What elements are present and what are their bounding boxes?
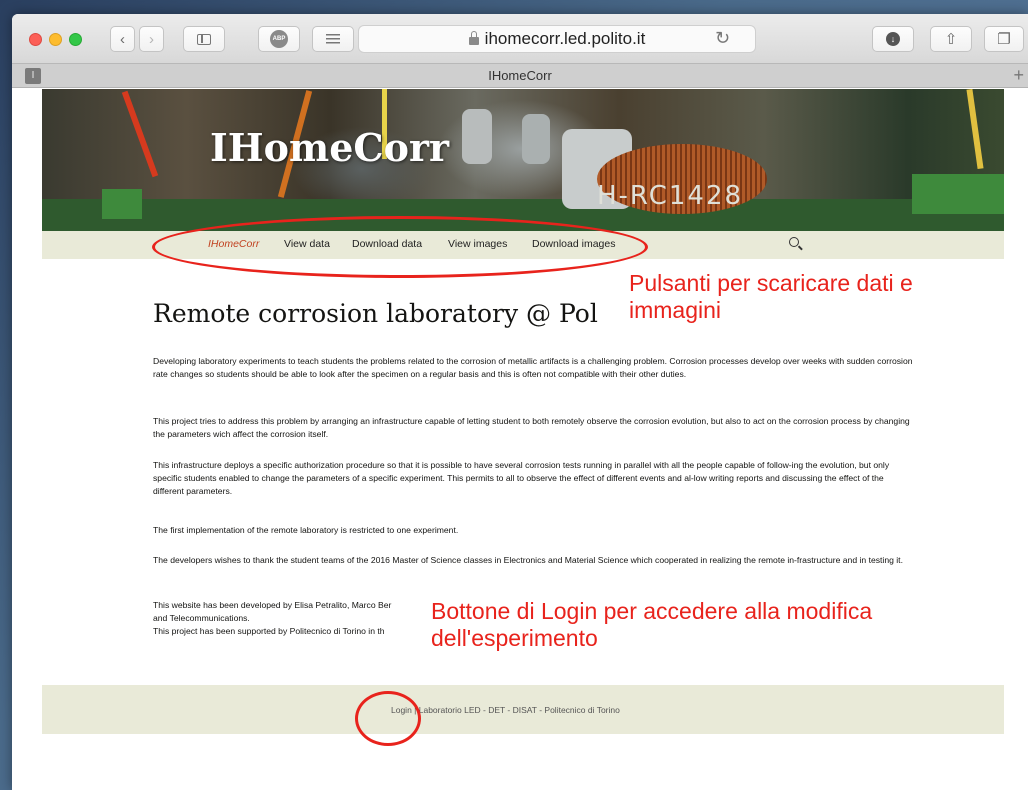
login-annotation: Bottone di Login per accedere alla modif… — [431, 598, 873, 651]
yellow-wire-right — [966, 89, 984, 170]
back-button[interactable]: ‹ — [110, 26, 135, 52]
paragraph: Developing laboratory experiments to tea… — [153, 356, 913, 380]
address-url: ihomecorr.led.polito.it — [484, 29, 646, 48]
search-icon[interactable] — [787, 235, 805, 253]
forward-button[interactable]: › — [139, 26, 164, 52]
paragraph: The first implementation of the remote l… — [153, 525, 459, 535]
nav-highlight-ellipse — [152, 216, 648, 278]
minimize-window-button[interactable] — [49, 33, 62, 46]
share-button[interactable]: ⇧ — [930, 26, 972, 52]
tabs-overview-button[interactable]: ❐ — [984, 26, 1024, 52]
share-icon: ⇧ — [944, 31, 958, 48]
new-tab-icon[interactable]: + — [1013, 65, 1024, 86]
tab-bar: I IHomeCorr + — [12, 64, 1028, 88]
adblock-button[interactable]: ABP — [258, 26, 300, 52]
capacitor — [522, 114, 550, 164]
site-footer: Login | Laboratorio LED - DET - DISAT - … — [42, 685, 1004, 734]
reader-lines-icon — [326, 34, 340, 44]
lock-icon — [468, 31, 479, 45]
header-image[interactable]: H-RC1428 IHomeCorr — [42, 89, 1004, 231]
adblock-icon: ABP — [270, 30, 288, 48]
site-title[interactable]: IHomeCorr — [210, 125, 449, 170]
download-icon: ↓ — [886, 32, 900, 46]
green-terminal-left — [102, 189, 142, 219]
page-title: Remote corrosion laboratory @ Pol — [153, 299, 598, 328]
web-page: H-RC1428 IHomeCorr IHomeCorr View data D… — [12, 89, 1028, 790]
paragraph: This infrastructure deploys a specific a… — [153, 460, 890, 497]
browser-window: ‹ › ABP ihomecorr.led.polito.it ↻ ↓ ⇧ ❐ … — [12, 14, 1028, 790]
address-bar[interactable]: ihomecorr.led.polito.it — [358, 25, 756, 53]
chevron-right-icon: › — [149, 30, 154, 48]
tab-favicon-icon: I — [25, 68, 41, 84]
close-window-button[interactable] — [29, 33, 42, 46]
tab-title[interactable]: IHomeCorr — [488, 68, 552, 83]
paragraph: This project tries to address this probl… — [153, 416, 910, 440]
chevron-left-icon: ‹ — [120, 30, 125, 48]
downloads-button[interactable]: ↓ — [872, 26, 914, 52]
browser-toolbar: ‹ › ABP ihomecorr.led.polito.it ↻ ↓ ⇧ ❐ — [12, 14, 1028, 64]
zoom-window-button[interactable] — [69, 33, 82, 46]
footer-links: Login | Laboratorio LED - DET - DISAT - … — [391, 705, 620, 715]
green-terminal — [912, 174, 1004, 214]
red-wire — [121, 90, 159, 178]
sidebar-button[interactable] — [183, 26, 225, 52]
component-label: H-RC1428 — [597, 181, 744, 211]
tabs-icon: ❐ — [997, 31, 1011, 48]
footer-credits: Laboratorio LED - DET - DISAT - Politecn… — [418, 705, 620, 715]
capacitor — [462, 109, 492, 164]
login-highlight-ellipse — [355, 691, 421, 746]
sidebar-icon — [197, 33, 211, 45]
reader-button[interactable] — [312, 26, 354, 52]
reload-icon[interactable]: ↻ — [715, 28, 730, 49]
paragraph: The developers wishes to thank the stude… — [153, 555, 903, 565]
nav-annotation: Pulsanti per scaricare dati e immagini — [629, 270, 913, 323]
